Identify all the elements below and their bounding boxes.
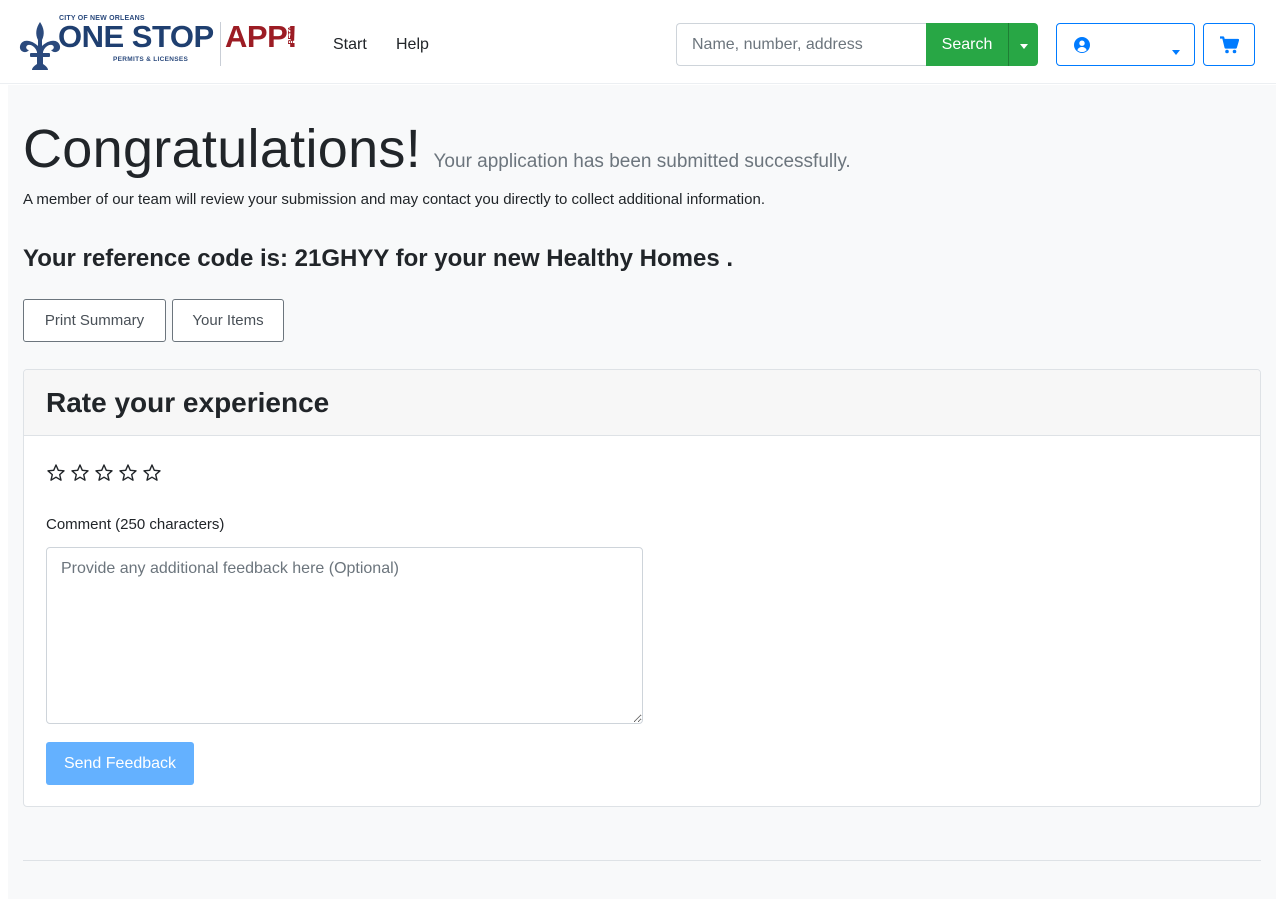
logo-app: APP! (225, 19, 298, 54)
your-items-button[interactable]: Your Items (172, 299, 284, 342)
send-feedback-button[interactable]: Send Feedback (46, 742, 194, 785)
review-info-text: A member of our team will review your su… (23, 191, 765, 208)
footer-divider (23, 860, 1261, 861)
search-input[interactable] (676, 23, 927, 66)
one-stop-app-logo[interactable]: CITY OF NEW ORLEANS ONE STOP PERMITS & L… (18, 14, 304, 70)
logo-divider (220, 22, 221, 66)
print-summary-button[interactable]: Print Summary (23, 299, 166, 342)
star-5-icon[interactable] (142, 463, 162, 483)
logo-beta: BETA (288, 26, 295, 45)
shopping-cart-icon (1220, 36, 1239, 54)
fleur-de-lis-icon (19, 22, 61, 70)
feedback-title: Rate your experience (46, 387, 330, 418)
top-navbar: CITY OF NEW ORLEANS ONE STOP PERMITS & L… (0, 0, 1276, 84)
feedback-card: Rate your experience Comment (250 charac… (23, 369, 1261, 807)
star-1-icon[interactable] (46, 463, 66, 483)
logo-sub-line: PERMITS & LICENSES (113, 56, 189, 63)
comment-label: Comment (250 characters) (46, 516, 225, 533)
feedback-card-header: Rate your experience (24, 370, 1260, 436)
reference-code-text: Your reference code is: 21GHYY for your … (23, 245, 734, 272)
nav-link-help[interactable]: Help (396, 35, 429, 55)
cart-button[interactable] (1203, 23, 1255, 66)
logo-one-stop: ONE STOP (58, 19, 214, 54)
page-title: Congratulations! (23, 119, 422, 179)
user-menu-button[interactable] (1056, 23, 1195, 66)
confirmation-heading: Congratulations! Your application has be… (23, 118, 851, 180)
main-content: Congratulations! Your application has be… (8, 85, 1276, 899)
chevron-down-icon (1019, 44, 1028, 49)
star-4-icon[interactable] (118, 463, 138, 483)
search-options-dropdown[interactable] (1008, 23, 1038, 66)
user-circle-icon (1074, 37, 1090, 53)
search-button[interactable]: Search (926, 23, 1008, 66)
comment-textarea[interactable] (46, 547, 643, 724)
nav-link-start[interactable]: Start (333, 35, 367, 55)
star-2-icon[interactable] (70, 463, 90, 483)
star-3-icon[interactable] (94, 463, 114, 483)
chevron-down-icon (1172, 43, 1180, 58)
page-subtitle: Your application has been submitted succ… (433, 151, 851, 172)
